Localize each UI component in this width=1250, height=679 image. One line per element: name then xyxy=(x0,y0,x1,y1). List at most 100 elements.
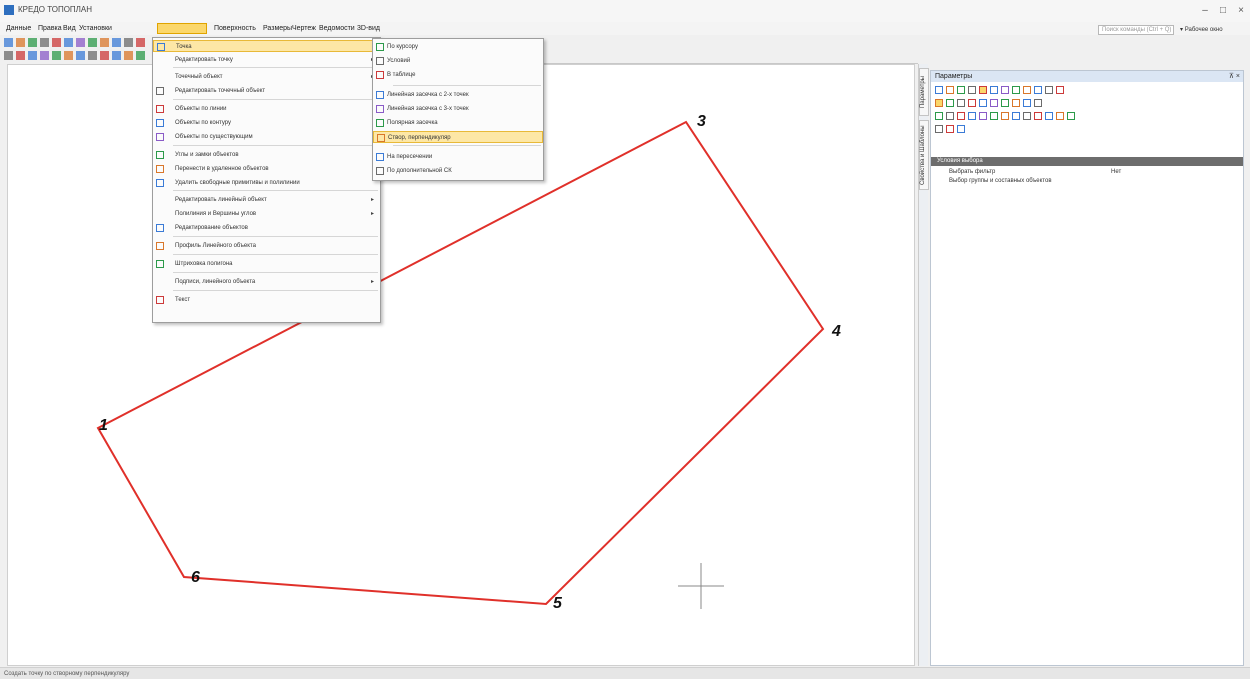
toolbar-tool-icon[interactable] xyxy=(52,51,61,60)
workspace-selector[interactable]: ▾ Рабочее окно xyxy=(1180,25,1248,35)
panel-tool-icon[interactable] xyxy=(957,112,965,120)
panel-tool-icon[interactable] xyxy=(957,125,965,133)
submenu-item-0[interactable]: По курсору xyxy=(373,41,543,53)
panel-tool-icon[interactable] xyxy=(1012,99,1020,107)
toolbar-tool-icon[interactable] xyxy=(4,51,13,60)
panel-tool-icon[interactable] xyxy=(1001,112,1009,120)
panel-tool-icon[interactable] xyxy=(1056,86,1064,94)
submenu-item-5[interactable]: Полярная засечка xyxy=(373,117,543,129)
panel-tool-icon[interactable] xyxy=(1034,86,1042,94)
panel-tool-icon[interactable] xyxy=(946,86,954,94)
prop-filter-value[interactable]: Нет xyxy=(1111,169,1121,175)
tab-parameters[interactable]: Параметры xyxy=(919,68,929,116)
panel-tool-icon[interactable] xyxy=(1023,86,1031,94)
toolbar-tool-icon[interactable] xyxy=(64,38,73,47)
panel-tool-icon[interactable] xyxy=(935,99,943,107)
menu-item-2[interactable]: Точечный объект▸ xyxy=(153,71,380,83)
menu-item-10[interactable]: Редактировать линейный объект ▸ xyxy=(153,194,380,206)
panel-pin-close-icon[interactable]: ⊼ × xyxy=(1229,71,1240,82)
submenu-item-6[interactable]: Створ, перпендикуляр xyxy=(373,131,543,143)
panel-tool-icon[interactable] xyxy=(968,99,976,107)
toolbar-tool-icon[interactable] xyxy=(136,38,145,47)
toolbar-tool-icon[interactable] xyxy=(40,38,49,47)
close-button[interactable]: × xyxy=(1232,3,1250,19)
menu-item-11[interactable]: Полилиния и Вершины углов ▸ xyxy=(153,208,380,220)
submenu-item-8[interactable]: По дополнительной СК xyxy=(373,165,543,177)
menu-item-3[interactable]: Редактировать точечный объект xyxy=(153,85,380,97)
menu-item-5[interactable]: Объекты по контуру xyxy=(153,117,380,129)
panel-tool-icon[interactable] xyxy=(1056,112,1064,120)
menu-item-4[interactable] xyxy=(157,23,207,34)
menu-item-16[interactable]: Текст xyxy=(153,294,380,306)
submenu-item-3[interactable]: Линейная засечка с 2-х точек xyxy=(373,89,543,101)
panel-tool-icon[interactable] xyxy=(935,112,943,120)
panel-tool-icon[interactable] xyxy=(946,125,954,133)
toolbar-tool-icon[interactable] xyxy=(76,38,85,47)
menu-item-14[interactable]: Штриховка полигона xyxy=(153,258,380,270)
command-search-input[interactable]: Поиск команды (Ctrl + Q) xyxy=(1098,25,1174,35)
panel-tool-icon[interactable] xyxy=(990,112,998,120)
toolbar-tool-icon[interactable] xyxy=(100,38,109,47)
menu-item-1[interactable]: Редактировать точку▸ xyxy=(153,54,380,66)
menu-item-7[interactable]: Углы и замки объектов xyxy=(153,149,380,161)
toolbar-tool-icon[interactable] xyxy=(88,51,97,60)
menu-item-15[interactable]: Подписи, линейного объекта ▸ xyxy=(153,276,380,288)
toolbar-tool-icon[interactable] xyxy=(124,38,133,47)
panel-tool-icon[interactable] xyxy=(1067,112,1075,120)
submenu-item-1[interactable]: Условий xyxy=(373,55,543,67)
panel-tool-icon[interactable] xyxy=(1012,112,1020,120)
toolbar-tool-icon[interactable] xyxy=(64,51,73,60)
maximize-button[interactable]: □ xyxy=(1214,3,1232,19)
menu-item-4[interactable]: Объекты по линии xyxy=(153,103,380,115)
toolbar-tool-icon[interactable] xyxy=(40,51,49,60)
menu-item-9[interactable]: Удалить свободные примитивы и полилинии xyxy=(153,177,380,189)
menu-item-12[interactable]: Редактирование объектов xyxy=(153,222,380,234)
panel-tool-icon[interactable] xyxy=(1001,86,1009,94)
panel-tool-icon[interactable] xyxy=(990,99,998,107)
panel-tool-icon[interactable] xyxy=(1045,86,1053,94)
toolbar-tool-icon[interactable] xyxy=(100,51,109,60)
panel-tool-icon[interactable] xyxy=(968,86,976,94)
panel-tool-icon[interactable] xyxy=(1001,99,1009,107)
tab-properties-templates[interactable]: Свойства и Шаблоны xyxy=(919,120,929,190)
toolbar-tool-icon[interactable] xyxy=(136,51,145,60)
toolbar-tool-icon[interactable] xyxy=(76,51,85,60)
toolbar-tool-icon[interactable] xyxy=(112,51,121,60)
minimize-button[interactable]: – xyxy=(1196,3,1214,19)
menu-item-5[interactable]: Поверхность xyxy=(214,23,260,34)
menu-item-9[interactable]: 3D-вид xyxy=(357,23,381,34)
submenu-item-2[interactable]: В таблице xyxy=(373,69,543,81)
panel-tool-icon[interactable] xyxy=(990,86,998,94)
panel-tool-icon[interactable] xyxy=(979,99,987,107)
toolbar-tool-icon[interactable] xyxy=(28,51,37,60)
menu-item-3[interactable]: Установки xyxy=(79,23,112,34)
panel-tool-icon[interactable] xyxy=(957,99,965,107)
panel-tool-icon[interactable] xyxy=(946,112,954,120)
panel-tool-icon[interactable] xyxy=(1034,99,1042,107)
menu-item-7[interactable]: Чертеж xyxy=(292,23,316,34)
panel-tool-icon[interactable] xyxy=(946,99,954,107)
panel-tool-icon[interactable] xyxy=(957,86,965,94)
panel-tool-icon[interactable] xyxy=(935,125,943,133)
toolbar-tool-icon[interactable] xyxy=(52,38,61,47)
toolbar-tool-icon[interactable] xyxy=(28,38,37,47)
panel-tool-icon[interactable] xyxy=(979,86,987,94)
submenu-item-7[interactable]: На пересечении xyxy=(373,151,543,163)
toolbar-tool-icon[interactable] xyxy=(16,51,25,60)
menu-item-6[interactable]: Размеры xyxy=(263,23,292,34)
panel-tool-icon[interactable] xyxy=(1023,112,1031,120)
menu-item-6[interactable]: Объекты по существующим xyxy=(153,131,380,143)
menu-item-2[interactable]: Вид xyxy=(63,23,77,34)
menu-item-1[interactable]: Правка xyxy=(38,23,62,34)
toolbar-tool-icon[interactable] xyxy=(4,38,13,47)
menu-item-0[interactable]: Точка▸ xyxy=(153,40,380,52)
section-selection-conditions[interactable]: Условия выбора xyxy=(931,157,1243,166)
toolbar-tool-icon[interactable] xyxy=(88,38,97,47)
panel-tool-icon[interactable] xyxy=(979,112,987,120)
panel-tool-icon[interactable] xyxy=(1034,112,1042,120)
menu-item-0[interactable]: Данные xyxy=(6,23,36,34)
panel-tool-icon[interactable] xyxy=(1023,99,1031,107)
menu-item-13[interactable]: Профиль Линейного объекта xyxy=(153,240,380,252)
toolbar-tool-icon[interactable] xyxy=(124,51,133,60)
panel-tool-icon[interactable] xyxy=(935,86,943,94)
